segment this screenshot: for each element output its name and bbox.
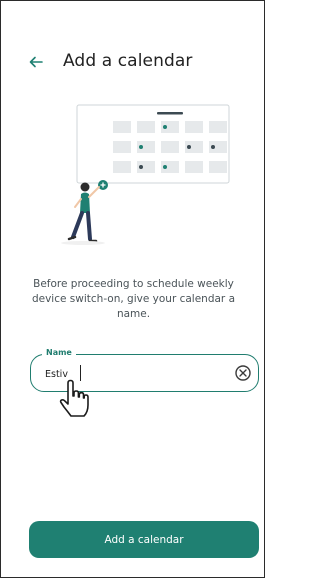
hand-pointer-icon — [59, 379, 89, 417]
clear-circle-icon[interactable] — [234, 364, 252, 382]
description-text: Before proceeding to schedule weekly dev… — [31, 278, 236, 320]
field-label: Name — [42, 348, 76, 358]
page-title: Add a calendar — [63, 51, 193, 71]
back-button[interactable] — [23, 50, 49, 74]
arrow-left-icon — [29, 56, 43, 68]
app-screen: Add a calendar Before proceeding to sche… — [0, 0, 265, 578]
calendar-illustration — [61, 104, 230, 245]
add-calendar-button[interactable]: Add a calendar — [29, 521, 259, 558]
header: Add a calendar — [1, 45, 264, 81]
